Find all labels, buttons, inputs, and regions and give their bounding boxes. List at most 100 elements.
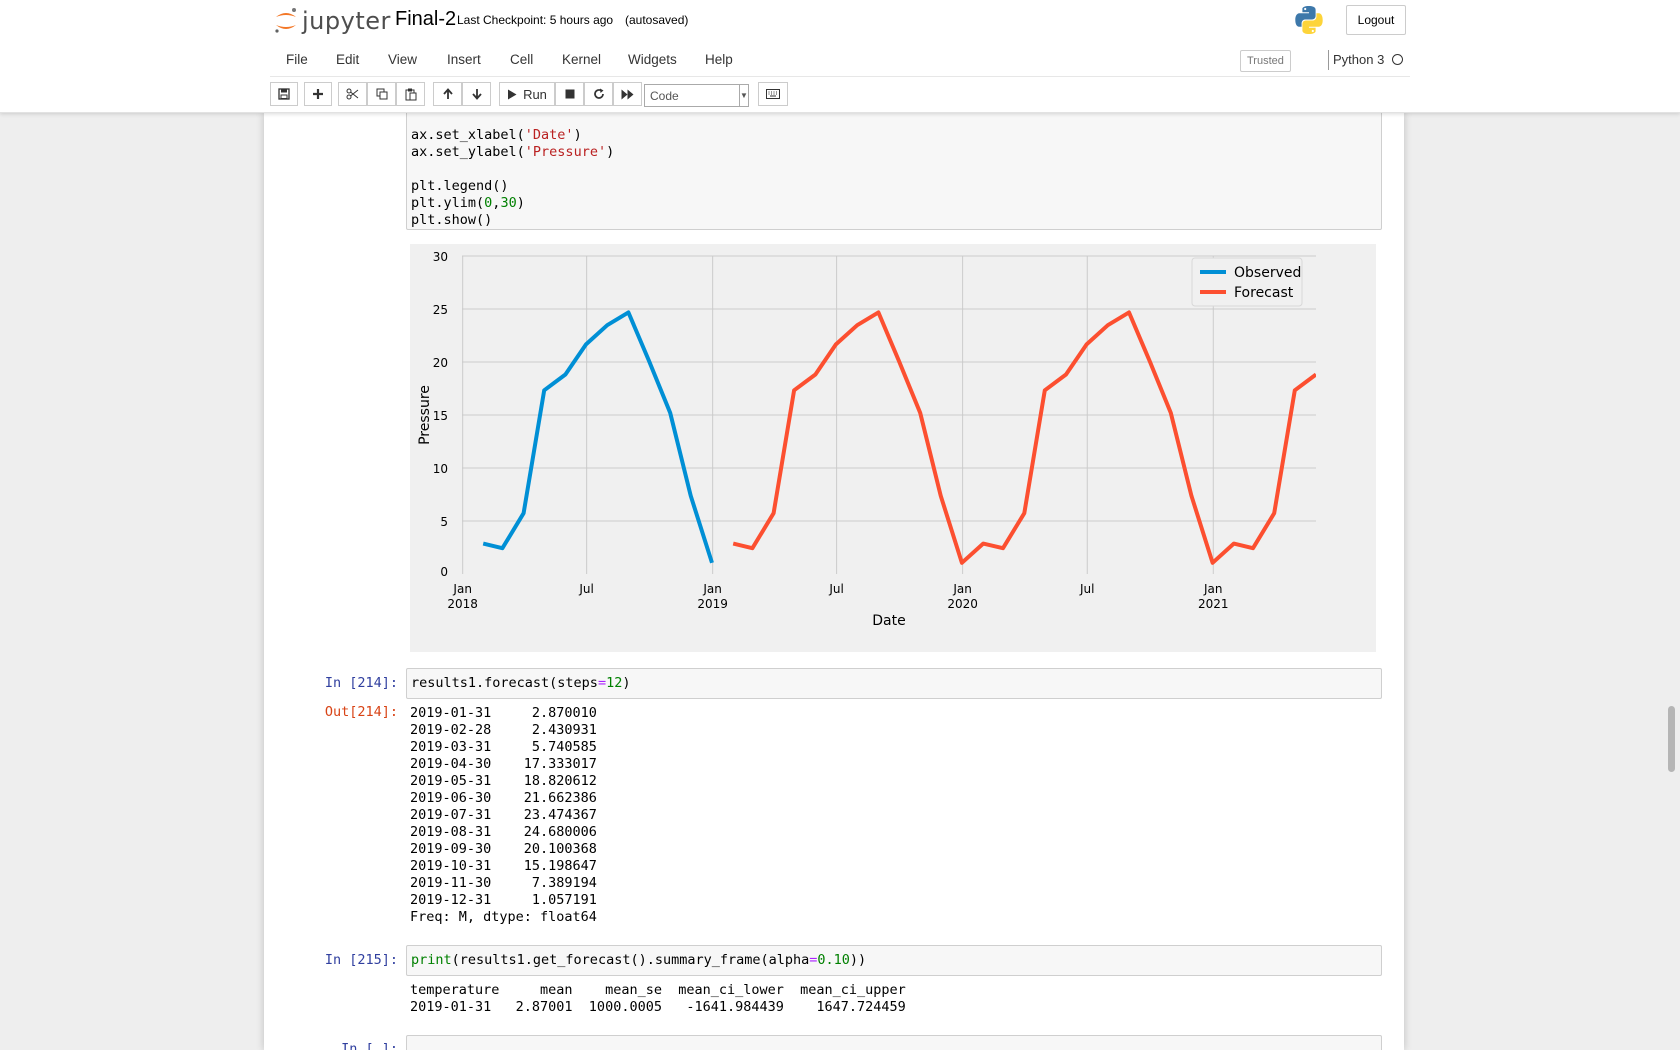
move-down-button[interactable] xyxy=(462,82,491,106)
interrupt-kernel-button[interactable] xyxy=(555,82,584,106)
menu-view[interactable]: View xyxy=(388,52,417,67)
forecast-chart: 0 5 10 15 20 25 30 Jan 2018 Jul Jan 2019 Jul Jan 2020 J… xyxy=(410,244,1376,652)
save-icon xyxy=(278,88,290,100)
run-button[interactable]: Run xyxy=(499,82,555,106)
forecast-chart-svg: 051015202530Jan2018Jul Jan2019Jul Jan2020J… xyxy=(417,250,1316,629)
cell-215-output: temperature mean mean_se mean_ci_lower m… xyxy=(410,982,906,1016)
jupyter-logo-text: jupyter xyxy=(302,7,391,35)
code-line: ax.set_ylabel('Pressure') xyxy=(411,144,615,160)
output-line: 2019-01-31 2.87001 1000.0005 -1641.98443… xyxy=(410,999,906,1015)
output-line: Freq: M, dtype: float64 xyxy=(410,909,597,925)
stop-icon xyxy=(565,89,574,99)
copy-icon xyxy=(376,88,387,100)
y-tick-label: 5 xyxy=(440,515,448,529)
y-axis-label: Pressure xyxy=(417,385,433,445)
trusted-indicator[interactable]: Trusted xyxy=(1240,50,1291,72)
series-line-forecast xyxy=(732,310,1316,565)
code-line: plt.legend() xyxy=(411,178,509,194)
restart-run-all-button[interactable] xyxy=(613,82,642,106)
page-scrollbar-thumb[interactable] xyxy=(1668,706,1675,772)
kernel-name[interactable]: Python 3 xyxy=(1333,52,1384,67)
plus-icon xyxy=(313,89,323,99)
kernel-idle-indicator xyxy=(1392,54,1403,65)
restart-icon xyxy=(593,88,604,99)
move-up-button[interactable] xyxy=(433,82,462,106)
app-header: jupyter Final-2 Last Checkpoint: 5 hours… xyxy=(0,0,1680,113)
menu-insert[interactable]: Insert xyxy=(447,52,481,67)
y-tick-label: 0 xyxy=(440,565,448,579)
code-line: ax.set_xlabel('Date') xyxy=(411,127,582,143)
checkpoint-status: Last Checkpoint: 5 hours ago xyxy=(457,13,614,27)
cell-type-value: Code xyxy=(650,88,679,103)
jupyter-logo-icon xyxy=(275,8,296,33)
code-cell-215-source: print(results1.get_forecast().summary_fr… xyxy=(411,952,867,968)
menu-cell[interactable]: Cell xyxy=(510,52,533,67)
x-tick-label: Jan xyxy=(1203,582,1223,596)
code-cell-215[interactable]: print(results1.get_forecast().summary_fr… xyxy=(406,945,1382,976)
restart-kernel-button[interactable] xyxy=(584,82,613,106)
arrow-down-icon xyxy=(471,89,482,100)
code-line: plt.ylim(0,30) xyxy=(411,195,525,211)
y-tick-label: 15 xyxy=(433,409,448,423)
x-tick-label: Jan xyxy=(702,582,722,596)
x-axis-label: Date xyxy=(872,613,905,629)
kernel-separator xyxy=(1328,50,1329,70)
empty-code-cell[interactable] xyxy=(406,1035,1382,1050)
menu-kernel[interactable]: Kernel xyxy=(562,52,601,67)
legend-label: Observed xyxy=(1234,265,1301,281)
logout-button[interactable]: Logout xyxy=(1346,5,1406,35)
x-tick-label: Jan xyxy=(952,582,972,596)
play-icon xyxy=(508,89,517,99)
scissors-icon xyxy=(346,88,359,100)
jupyter-logo[interactable]: jupyter xyxy=(274,6,391,36)
cell-214-output-prompt: Out[214]: xyxy=(324,704,398,720)
cell-214-output: 2019-01-31 2.870010 2019-02-28 2.430931 20… xyxy=(410,705,597,926)
code-cell-214[interactable]: results1.forecast(steps=12) xyxy=(406,668,1382,699)
code-cell-plot[interactable]: ax.set_xlabel('Date') ax.set_ylabel('Pres… xyxy=(406,112,1382,230)
paste-icon xyxy=(405,88,416,100)
arrow-up-icon xyxy=(442,88,453,99)
save-button[interactable] xyxy=(270,82,298,106)
cut-button[interactable] xyxy=(338,82,367,106)
cell-type-select[interactable]: Code ▼ xyxy=(644,84,749,107)
autosave-status: (autosaved) xyxy=(625,13,689,27)
run-button-label: Run xyxy=(523,86,547,102)
output-line: 2019-08-31 24.680006 xyxy=(410,824,597,840)
notebook-container: ax.set_xlabel('Date') ax.set_ylabel('Pres… xyxy=(264,112,1404,1050)
x-tick-year-label: 2019 xyxy=(697,597,728,611)
output-line: 2019-03-31 5.740585 xyxy=(410,739,597,755)
x-tick-year-label: 2020 xyxy=(947,597,978,611)
x-tick-label: Jan xyxy=(452,582,472,596)
insert-cell-button[interactable] xyxy=(304,82,332,106)
menu-file[interactable]: File xyxy=(286,52,308,67)
output-line: 2019-05-31 18.820612 xyxy=(410,773,597,789)
code-line: plt.show() xyxy=(411,212,493,228)
y-tick-label: 20 xyxy=(433,356,448,370)
empty-cell-prompt: In [ ]: xyxy=(341,1041,398,1050)
code-cell-plot-source: ax.set_xlabel('Date') ax.set_ylabel('Pres… xyxy=(411,127,614,229)
output-line: 2019-11-30 7.389194 xyxy=(410,875,597,891)
cell-214-prompt: In [214]: xyxy=(324,675,398,691)
x-tick-label: Jul xyxy=(578,582,593,596)
menu-help[interactable]: Help xyxy=(705,52,733,67)
paste-button[interactable] xyxy=(396,82,425,106)
menu-widgets[interactable]: Widgets xyxy=(628,52,677,67)
y-tick-label: 30 xyxy=(433,250,448,264)
x-tick-year-label: 2021 xyxy=(1198,597,1229,611)
cell-215-prompt: In [215]: xyxy=(324,952,398,968)
x-tick-year-label: 2018 xyxy=(447,597,478,611)
y-tick-label: 10 xyxy=(433,462,448,476)
fast-forward-icon xyxy=(621,89,634,99)
series-line-observed xyxy=(482,310,714,564)
output-line: 2019-04-30 17.333017 xyxy=(410,756,597,772)
chevron-down-icon: ▼ xyxy=(739,85,748,106)
command-palette-button[interactable] xyxy=(758,82,788,106)
output-line: 2019-10-31 15.198647 xyxy=(410,858,597,874)
menu-edit[interactable]: Edit xyxy=(336,52,359,67)
python-logo-icon xyxy=(1295,6,1323,34)
legend-label: Forecast xyxy=(1234,285,1294,301)
output-line: 2019-01-31 2.870010 xyxy=(410,705,597,721)
copy-button[interactable] xyxy=(367,82,396,106)
notebook-title[interactable]: Final-2 xyxy=(395,8,456,31)
